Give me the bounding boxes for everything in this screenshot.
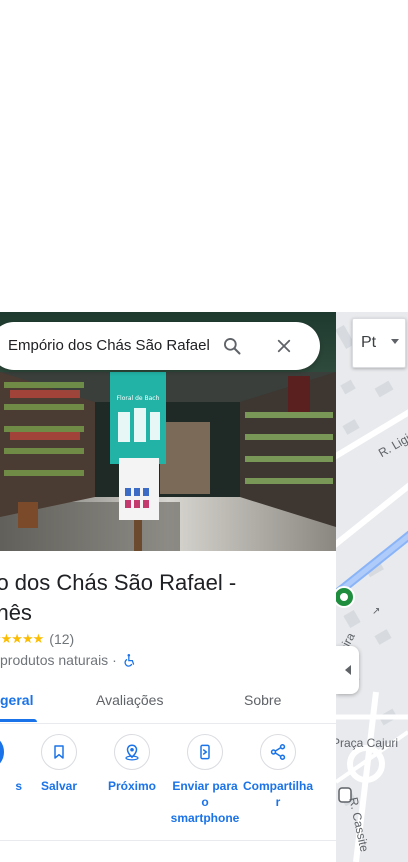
- action-label: s: [15, 779, 22, 793]
- chevron-down-icon: [391, 339, 399, 344]
- language-layer-button[interactable]: Pt: [352, 318, 406, 368]
- map-pin-icon[interactable]: [333, 586, 355, 608]
- search-icon[interactable]: [222, 336, 242, 356]
- chevron-left-icon: [344, 665, 351, 675]
- action-label: Próximo: [107, 779, 156, 793]
- photo-sign-text: Floral de Bach: [117, 395, 160, 402]
- search-box[interactable]: Empório dos Chás São Rafael: [0, 322, 320, 370]
- action-label: Salvar: [40, 779, 78, 793]
- search-input[interactable]: Empório dos Chás São Rafael: [8, 337, 210, 354]
- place-photo[interactable]: Floral de Bach Empório dos Chás São Rafa…: [0, 312, 336, 551]
- send-to-phone-icon: [200, 744, 210, 760]
- action-label: Enviar para o smartphone: [170, 779, 240, 825]
- place-panel: Floral de Bach Empório dos Chás São Rafa…: [0, 312, 336, 862]
- share-icon: [270, 744, 286, 760]
- place-tabs: geral Avaliações Sobre: [0, 680, 336, 724]
- place-title: ório dos Chás São Rafael - a Inês: [0, 568, 312, 628]
- share-button[interactable]: Compartilhar: [242, 734, 314, 810]
- tab-overview[interactable]: geral: [0, 692, 33, 708]
- tab-about[interactable]: Sobre: [244, 692, 281, 708]
- layer-button-label: Pt: [361, 334, 377, 351]
- wheelchair-icon: [124, 654, 134, 667]
- place-category: produtos naturais ·: [0, 652, 137, 668]
- nearby-button[interactable]: Próximo: [96, 734, 168, 794]
- blank-area: [0, 0, 408, 312]
- action-label: Compartilhar: [242, 779, 313, 809]
- send-to-phone-button[interactable]: Enviar para o smartphone: [169, 734, 241, 826]
- review-count[interactable]: (12): [49, 631, 74, 647]
- action-buttons: s Salvar Próximo Enviar para o smartphon…: [0, 734, 336, 840]
- place-title-line: a Inês: [0, 600, 32, 625]
- rating-row[interactable]: ★★★★★ (12): [0, 630, 74, 648]
- close-icon[interactable]: [275, 337, 293, 355]
- save-button[interactable]: Salvar: [23, 734, 95, 794]
- street-label: Praça Cajuri: [336, 736, 399, 750]
- directions-icon: [0, 734, 4, 770]
- star-rating-icon: ★★★★★: [0, 631, 44, 646]
- nearby-icon: [125, 744, 139, 761]
- place-title-line: ório dos Chás São Rafael -: [0, 570, 237, 595]
- bookmark-icon: [54, 745, 64, 759]
- tab-reviews[interactable]: Avaliações: [96, 692, 163, 708]
- divider: [0, 840, 336, 841]
- category-text: produtos naturais ·: [0, 652, 117, 668]
- svg-text:↗: ↗: [372, 606, 380, 617]
- collapse-panel-button[interactable]: [336, 646, 359, 694]
- active-tab-indicator: [0, 719, 37, 722]
- directions-button[interactable]: s: [0, 734, 22, 794]
